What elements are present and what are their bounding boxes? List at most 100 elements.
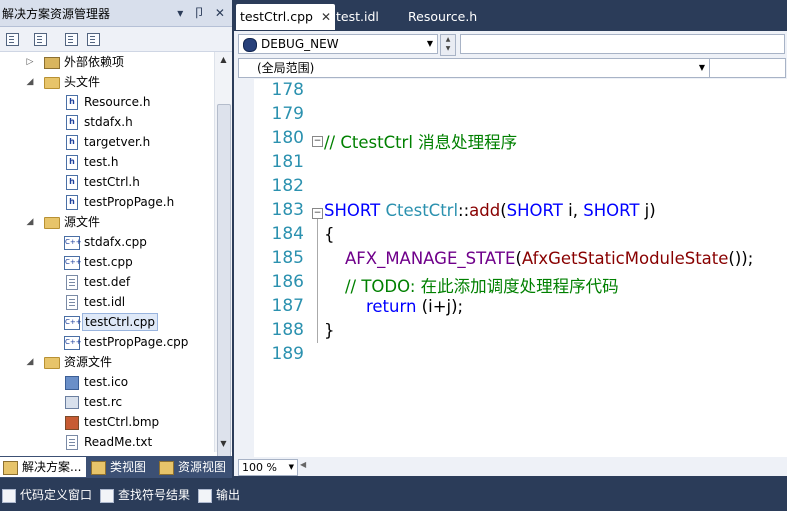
- config-dropdown[interactable]: DEBUG_NEW ▼: [238, 34, 438, 54]
- txt-file-icon: [66, 435, 78, 450]
- tree-item-label: targetver.h: [84, 135, 151, 149]
- tree-item-label: test.cpp: [84, 255, 133, 269]
- zoom-value: 100 %: [242, 461, 277, 474]
- code-token: i,: [562, 201, 584, 220]
- tool-tab[interactable]: 输出: [196, 485, 240, 505]
- def-file-icon: [66, 275, 78, 290]
- tree-item-label: 源文件: [64, 215, 101, 229]
- tree-item-label: test.rc: [84, 395, 123, 409]
- scroll-down-arrow-icon[interactable]: ▼: [215, 436, 232, 452]
- code-token: add: [469, 201, 501, 220]
- class-view-icon[interactable]: [84, 30, 102, 48]
- scrollbar-thumb[interactable]: [217, 104, 231, 491]
- line-number: 188: [271, 320, 304, 340]
- document-tab-bar: testCtrl.cpp ✕ test.idl Resource.h: [234, 0, 787, 31]
- folder-open-icon: [44, 357, 60, 369]
- code-line[interactable]: {: [324, 225, 335, 244]
- tree-item-label: test.ico: [84, 375, 129, 389]
- collapse-icon[interactable]: −: [312, 208, 323, 219]
- line-number: 181: [271, 152, 304, 172]
- zoom-dropdown[interactable]: 100 % ▼: [238, 459, 298, 476]
- tool-tab-label: 代码定义窗口: [20, 488, 93, 502]
- find-symbol-icon: [100, 488, 114, 503]
- tab-resource-h[interactable]: Resource.h: [404, 4, 481, 30]
- line-number: 182: [271, 176, 304, 196]
- tab-label: testCtrl.cpp: [240, 9, 313, 24]
- header-file-icon: h: [66, 155, 78, 170]
- collapse-icon[interactable]: −: [312, 136, 323, 147]
- line-number: 179: [271, 104, 304, 124]
- bmp-file-icon: [65, 416, 79, 430]
- line-number: 189: [271, 344, 304, 364]
- chevron-down-icon: ▼: [288, 463, 294, 471]
- code-token: j): [639, 201, 656, 220]
- code-token: SHORT: [324, 201, 381, 220]
- scroll-left-arrow-icon[interactable]: ◀: [300, 460, 306, 469]
- explorer-tab[interactable]: 解决方案...: [0, 457, 86, 477]
- code-line[interactable]: }: [324, 321, 335, 340]
- code-line[interactable]: // TODO: 在此添加调度处理程序代码: [324, 273, 619, 297]
- ico-file-icon: [65, 376, 79, 390]
- tree-item-label: Resource.h: [84, 95, 151, 109]
- tab-label: Resource.h: [408, 9, 478, 24]
- tree-item-label: test.h: [84, 155, 119, 169]
- scope-dropdown[interactable]: (全局范围) ▼: [238, 58, 710, 78]
- code-token: }: [324, 321, 335, 340]
- code-token: // TODO: 在此添加调度处理程序代码: [344, 277, 619, 296]
- rc-file-icon: [65, 396, 79, 409]
- class-view-icon: [91, 460, 106, 475]
- explorer-bottom-tabs: 解决方案... 类视图 资源视图: [0, 456, 232, 478]
- code-line[interactable]: SHORT CtestCtrl::add(SHORT i, SHORT j): [324, 201, 656, 220]
- tree-vertical-scrollbar[interactable]: ▲ ▼: [214, 52, 232, 491]
- refresh-icon[interactable]: [62, 30, 80, 48]
- expander-icon[interactable]: ▷: [22, 52, 38, 72]
- tree-item-label: test.idl: [84, 295, 126, 309]
- globe-icon: [243, 38, 257, 52]
- tool-tab[interactable]: 查找符号结果: [98, 485, 190, 505]
- navigation-bar: DEBUG_NEW ▼ ▲ ▼ (全局范围) ▼: [234, 31, 787, 79]
- config-dropdown-value: DEBUG_NEW: [261, 37, 339, 51]
- expander-icon[interactable]: ◢: [22, 212, 38, 232]
- expander-icon[interactable]: ◢: [22, 72, 38, 92]
- tab-test-idl[interactable]: test.idl: [332, 4, 383, 30]
- tab-testctrl-cpp[interactable]: testCtrl.cpp ✕: [236, 4, 336, 30]
- fold-guide: [317, 219, 318, 343]
- code-token: SHORT: [583, 201, 640, 220]
- cpp-file-icon: C++: [64, 336, 82, 350]
- explorer-tab[interactable]: 类视图: [88, 457, 152, 477]
- properties-icon[interactable]: [3, 30, 21, 48]
- code-definition-icon: [2, 488, 16, 503]
- tree-item-label: testPropPage.h: [84, 195, 175, 209]
- scope-member-dropdown[interactable]: [709, 58, 786, 78]
- header-file-icon: h: [66, 135, 78, 150]
- tree-item-label: stdafx.cpp: [84, 235, 147, 249]
- bottom-tool-window-tabs: 代码定义窗口 查找符号结果 输出: [0, 478, 787, 511]
- expander-icon[interactable]: ◢: [22, 352, 38, 372]
- show-all-files-icon[interactable]: [31, 30, 49, 48]
- line-number: 184: [271, 224, 304, 244]
- member-dropdown[interactable]: [460, 34, 785, 54]
- tool-tab[interactable]: 代码定义窗口: [0, 485, 92, 505]
- split-spinner[interactable]: ▲ ▼: [440, 34, 456, 56]
- close-icon[interactable]: ✕: [321, 10, 331, 24]
- tab-label: test.idl: [336, 9, 379, 24]
- tool-tab-label: 查找符号结果: [118, 488, 191, 502]
- code-line[interactable]: return (i+j);: [324, 297, 463, 316]
- code-token: // CtestCtrl 消息处理程序: [324, 133, 518, 152]
- scroll-up-arrow-icon[interactable]: ▲: [215, 52, 232, 68]
- line-number: 183: [271, 200, 304, 220]
- code-line[interactable]: AFX_MANAGE_STATE(AfxGetStaticModuleState…: [324, 249, 753, 268]
- tree-item-label: 头文件: [64, 75, 101, 89]
- code-editor[interactable]: 178 179 180 // CtestCtrl 消息处理程序 181 182 183 SHO…: [234, 79, 787, 457]
- explorer-tab-label: 类视图: [110, 460, 147, 474]
- explorer-tab[interactable]: 资源视图: [156, 457, 230, 477]
- tree-item-label: 资源文件: [64, 355, 113, 369]
- code-token: AFX_MANAGE_STATE: [344, 249, 516, 268]
- tree-item-label: ReadMe.txt: [84, 435, 153, 449]
- code-line[interactable]: // CtestCtrl 消息处理程序: [324, 129, 517, 153]
- line-number: 178: [271, 80, 304, 100]
- panel-window-buttons[interactable]: ▾ 卩 ✕: [177, 4, 228, 21]
- code-token: return: [365, 297, 417, 316]
